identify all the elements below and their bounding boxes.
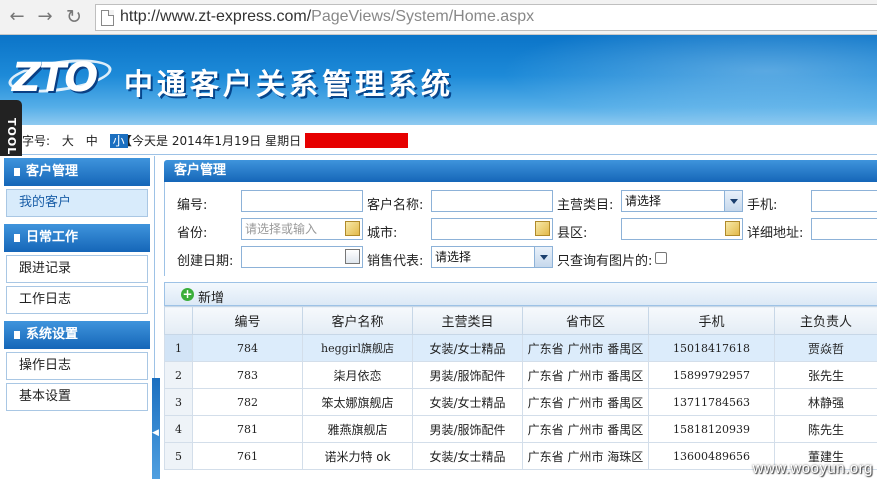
address-label: 详细地址:: [747, 226, 804, 241]
phone-label: 手机:: [747, 198, 778, 213]
category-label: 主营类目:: [557, 198, 614, 213]
edit-icon[interactable]: [535, 221, 550, 236]
grid-toolbar: + 新增: [164, 282, 877, 306]
forward-arrow-icon[interactable]: →: [34, 6, 56, 28]
only-images-label: 只查询有图片的:: [557, 254, 653, 269]
calendar-icon[interactable]: [345, 249, 360, 264]
phone-input[interactable]: [811, 190, 877, 212]
page-icon: [101, 10, 114, 26]
url-text[interactable]: http://www.zt-express.com/PageViews/Syst…: [120, 8, 534, 26]
created-date-input[interactable]: [241, 246, 363, 268]
province-input[interactable]: 请选择或输入: [241, 218, 363, 240]
font-size-label: 字号:: [22, 134, 51, 148]
city-input[interactable]: [431, 218, 553, 240]
table-row[interactable]: 3 782 笨太娜旗舰店 女装/女士精品 广东省 广州市 番禺区 1371178…: [164, 388, 877, 416]
table-row[interactable]: 2 783 柒月依恋 男装/服饰配件 广东省 广州市 番禺区 158997929…: [164, 361, 877, 389]
sidebar: 客户管理 我的客户 日常工作 跟进记录 工作日志 系统设置 操作日志 基本设置: [0, 156, 155, 479]
watermark: www.wooyun.org: [752, 460, 873, 477]
county-input[interactable]: [621, 218, 743, 240]
sidebar-item-worklog[interactable]: 工作日志: [6, 286, 148, 314]
table-row[interactable]: 4 781 雅燕旗舰店 男装/服饰配件 广东省 广州市 番禺区 15818120…: [164, 415, 877, 443]
customer-name-label: 客户名称:: [367, 198, 424, 213]
zto-logo: ZTO: [12, 55, 98, 101]
header-category[interactable]: 主营类目: [412, 306, 523, 335]
table-header-row: 编号 客户名称 主营类目 省市区 手机 主负责人: [164, 306, 877, 335]
city-label: 城市:: [367, 226, 398, 241]
header-rownum: [164, 306, 193, 335]
customer-name-input[interactable]: [431, 190, 553, 212]
header-owner[interactable]: 主负责人: [774, 306, 877, 335]
chevron-down-icon[interactable]: [534, 247, 552, 267]
sales-rep-label: 销售代表:: [367, 254, 424, 269]
table-row[interactable]: 1 784 heggirl旗舰店 女装/女士精品 广东省 广州市 番禺区 150…: [164, 334, 877, 362]
header-banner: ZTO 中通客户关系管理系统: [0, 35, 877, 125]
code-label: 编号:: [177, 198, 208, 213]
only-images-checkbox[interactable]: [655, 252, 667, 264]
code-input[interactable]: [241, 190, 363, 212]
main-panel: 客户管理 编号: 客户名称: 主营类目: 请选择 手机: 省份: 请选择或输入 …: [160, 156, 877, 479]
created-date-label: 创建日期:: [177, 254, 234, 269]
sales-rep-select[interactable]: 请选择: [431, 246, 553, 268]
province-label: 省份:: [177, 226, 208, 241]
font-size-medium[interactable]: 中: [86, 134, 98, 148]
sidebar-section-settings[interactable]: 系统设置: [4, 321, 150, 349]
sidebar-item-my-customers[interactable]: 我的客户: [6, 189, 148, 217]
header-phone[interactable]: 手机: [648, 306, 775, 335]
address-input[interactable]: [811, 218, 877, 240]
today-date: 【今天是 2014年1月19日 星期日 】: [120, 134, 317, 148]
back-arrow-icon[interactable]: ←: [6, 6, 28, 28]
sidebar-item-oplog[interactable]: 操作日志: [6, 352, 148, 380]
panel-title: 客户管理: [164, 160, 877, 182]
font-size-switcher: 字号: 大 中 小: [22, 132, 136, 149]
plus-icon: +: [181, 287, 194, 301]
info-bar: 字号: 大 中 小 【今天是 2014年1月19日 星期日 】: [0, 125, 877, 155]
edit-icon[interactable]: [725, 221, 740, 236]
header-customer-name[interactable]: 客户名称: [302, 306, 413, 335]
chevron-down-icon[interactable]: [724, 191, 742, 211]
county-label: 县区:: [557, 226, 588, 241]
address-bar[interactable]: http://www.zt-express.com/PageViews/Syst…: [95, 4, 877, 31]
sidebar-item-followup[interactable]: 跟进记录: [6, 255, 148, 283]
header-region[interactable]: 省市区: [522, 306, 649, 335]
customer-table: 编号 客户名称 主营类目 省市区 手机 主负责人 1 784 heggirl旗舰…: [164, 306, 877, 470]
header-code[interactable]: 编号: [192, 306, 303, 335]
search-form: 编号: 客户名称: 主营类目: 请选择 手机: 省份: 请选择或输入 城市: 县…: [164, 182, 877, 276]
system-title: 中通客户关系管理系统: [124, 67, 455, 101]
category-select[interactable]: 请选择: [621, 190, 743, 212]
font-size-large[interactable]: 大: [62, 134, 74, 148]
sidebar-section-daily[interactable]: 日常工作: [4, 224, 150, 252]
sidebar-item-basic-settings[interactable]: 基本设置: [6, 383, 148, 411]
edit-icon[interactable]: [345, 221, 360, 236]
reload-icon[interactable]: ↻: [63, 6, 85, 28]
redaction-bar: [305, 133, 408, 148]
sidebar-section-customer[interactable]: 客户管理: [4, 158, 150, 186]
browser-toolbar: ← → ↻ http://www.zt-express.com/PageView…: [0, 0, 877, 35]
collapse-left-icon[interactable]: ◀: [152, 428, 159, 438]
